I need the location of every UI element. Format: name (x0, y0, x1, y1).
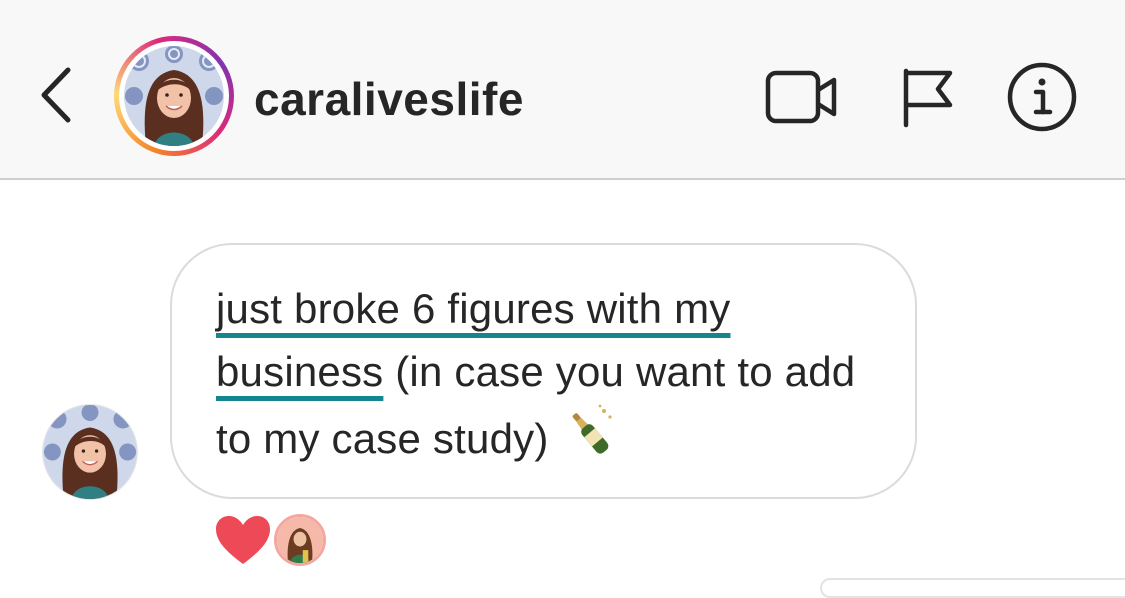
profile-avatar[interactable] (114, 36, 234, 156)
video-camera-icon (765, 70, 837, 124)
message-reactions[interactable] (214, 510, 326, 570)
heart-icon (216, 516, 270, 564)
report-flag-button[interactable] (886, 60, 966, 134)
flag-icon (903, 68, 953, 128)
back-button[interactable] (30, 62, 80, 128)
highlighted-text: just broke 6 figures with my (216, 285, 731, 332)
sender-avatar[interactable] (42, 404, 138, 500)
avatar-photo (124, 46, 224, 146)
message-text: just broke 6 figures with my business (i… (216, 277, 875, 470)
champagne-bottle-icon (573, 404, 612, 454)
reactor-avatar (274, 514, 326, 566)
video-call-button[interactable] (762, 60, 842, 134)
chevron-left-icon (41, 67, 71, 123)
highlighted-text-2: business (216, 348, 384, 395)
info-button[interactable] (1002, 60, 1082, 134)
message-bubble[interactable]: just broke 6 figures with my business (i… (170, 243, 917, 499)
chat-username[interactable]: caraliveslife (254, 72, 524, 126)
next-message-bubble-edge (820, 578, 1125, 598)
info-icon (1007, 62, 1077, 132)
chat-header: caraliveslife (0, 0, 1125, 180)
